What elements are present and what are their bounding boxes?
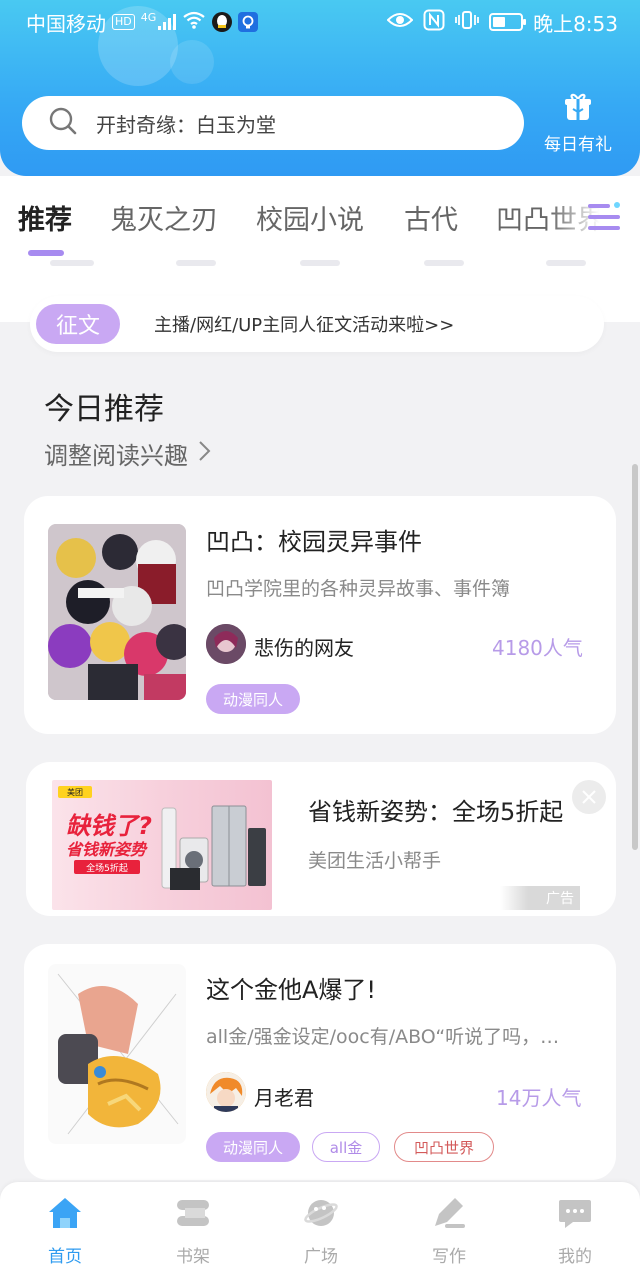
book-card[interactable]: 凹凸：校园灵异事件 凹凸学院里的各种灵异故事、事件簿 悲伤的网友 4180人气 … bbox=[24, 496, 616, 734]
nav-mine-label: 我的 bbox=[558, 1247, 592, 1267]
author-name: 悲伤的网友 bbox=[254, 636, 354, 660]
gift-icon bbox=[563, 92, 593, 126]
chat-bubble-icon bbox=[557, 1196, 593, 1234]
author-avatar bbox=[206, 1072, 246, 1112]
book-title: 凹凸：校园灵异事件 bbox=[206, 528, 422, 556]
ad-banner-image: 美团 缺钱了? 省钱新姿势 全场5折起 bbox=[52, 780, 272, 910]
ad-card[interactable]: 美团 缺钱了? 省钱新姿势 全场5折起 省钱新姿势：全场5折起 美团生活小帮手 … bbox=[26, 762, 616, 916]
hd-badge: HD bbox=[112, 14, 135, 30]
strip-mark bbox=[424, 260, 464, 266]
tab-campus-novel[interactable]: 校园小说 bbox=[256, 198, 364, 237]
daily-gift-button[interactable]: 每日有礼 bbox=[538, 92, 618, 156]
section-title: 今日推荐 bbox=[44, 392, 164, 427]
book-cover-image bbox=[48, 964, 186, 1144]
book-title: 这个金他A爆了! bbox=[206, 976, 377, 1004]
pen-icon bbox=[431, 1196, 467, 1234]
author-name: 月老君 bbox=[254, 1086, 314, 1110]
nav-bookshelf[interactable]: 书架 bbox=[148, 1196, 238, 1267]
tab-demon-slayer[interactable]: 鬼灭之刃 bbox=[110, 198, 218, 237]
bottom-navigation: 首页 书架 广场 写作 我的 bbox=[0, 1182, 640, 1280]
popularity-count: 4180人气 bbox=[492, 636, 583, 660]
book-tag[interactable]: 动漫同人 bbox=[206, 684, 300, 714]
nfc-icon bbox=[423, 9, 445, 36]
carrier-label: 中国移动 bbox=[26, 11, 106, 36]
adjust-interest-label: 调整阅读兴趣 bbox=[44, 442, 188, 470]
nav-write-label: 写作 bbox=[432, 1247, 466, 1267]
contest-text: 主播/网红/UP主同人征文活动来啦>> bbox=[154, 315, 455, 336]
daily-gift-label: 每日有礼 bbox=[544, 135, 612, 155]
ad-title: 省钱新姿势：全场5折起 bbox=[308, 798, 564, 826]
book-card[interactable]: 这个金他A爆了! all金/强金设定/ooc有/ABO“听说了吗，… 月老君 1… bbox=[24, 944, 616, 1180]
qq-app-icon bbox=[212, 12, 233, 32]
ad-badge-label: 广告 bbox=[546, 891, 574, 907]
author-avatar bbox=[206, 624, 246, 664]
search-bar[interactable]: 开封奇缘：白玉为堂 bbox=[22, 96, 524, 150]
vibrate-icon bbox=[455, 10, 479, 35]
signal-icon bbox=[158, 14, 177, 30]
book-cover-image bbox=[48, 524, 186, 700]
nav-plaza[interactable]: 广场 bbox=[276, 1196, 366, 1267]
meituan-logo: 美团 bbox=[58, 786, 92, 798]
battery-icon bbox=[489, 13, 527, 31]
active-tab-indicator bbox=[28, 250, 64, 256]
popularity-count: 14万人气 bbox=[496, 1086, 582, 1110]
category-menu-icon[interactable] bbox=[588, 200, 620, 234]
appliances-illustration bbox=[161, 805, 266, 890]
decor-bubble bbox=[170, 40, 214, 84]
nav-home-label: 首页 bbox=[48, 1247, 82, 1267]
contest-banner[interactable]: 征文 主播/网红/UP主同人征文活动来啦>> bbox=[30, 296, 604, 352]
adjust-interest-link[interactable]: 调整阅读兴趣 bbox=[44, 436, 212, 471]
ad-source: 美团生活小帮手 bbox=[308, 850, 442, 872]
ad-banner-subheadline: 省钱新姿势 bbox=[66, 840, 147, 859]
scrollbar[interactable] bbox=[632, 464, 638, 850]
tab-ancient[interactable]: 古代 bbox=[404, 198, 458, 237]
ad-banner-promo: 全场5折起 bbox=[74, 860, 140, 874]
nav-write[interactable]: 写作 bbox=[404, 1196, 494, 1267]
close-icon[interactable] bbox=[572, 780, 606, 814]
ad-badge: 广告 bbox=[500, 886, 580, 910]
notification-app-icon bbox=[238, 12, 259, 32]
nav-mine[interactable]: 我的 bbox=[530, 1196, 620, 1267]
book-description: all金/强金设定/ooc有/ABO“听说了吗，… bbox=[206, 1026, 560, 1048]
nav-plaza-label: 广场 bbox=[304, 1247, 338, 1267]
home-icon bbox=[47, 1196, 83, 1234]
contest-tag: 征文 bbox=[36, 304, 120, 344]
strip-mark bbox=[546, 260, 586, 266]
status-bar: 中国移动 HD 4G 晚上8:53 bbox=[0, 0, 640, 44]
app-header: 中国移动 HD 4G 晚上8:53 开封奇缘：白玉为堂 每日有礼 bbox=[0, 0, 640, 176]
eye-icon bbox=[386, 10, 414, 34]
nav-home[interactable]: 首页 bbox=[20, 1196, 110, 1267]
book-tag[interactable]: all金 bbox=[312, 1132, 380, 1162]
strip-mark bbox=[176, 260, 216, 266]
search-icon bbox=[48, 106, 78, 140]
clock-label: 晚上8:53 bbox=[533, 11, 618, 36]
strip-mark bbox=[50, 260, 94, 266]
planet-icon bbox=[303, 1196, 339, 1234]
search-suggestion-text: 开封奇缘：白玉为堂 bbox=[96, 112, 276, 137]
tab-recommend[interactable]: 推荐 bbox=[18, 198, 72, 237]
strip-mark bbox=[300, 260, 340, 266]
chevron-right-icon bbox=[196, 439, 212, 469]
nav-bookshelf-label: 书架 bbox=[176, 1247, 210, 1267]
book-tag[interactable]: 动漫同人 bbox=[206, 1132, 300, 1162]
category-tabs: 推荐 鬼灭之刃 校园小说 古代 凹凸世界 bbox=[0, 176, 640, 260]
wifi-icon bbox=[182, 10, 206, 35]
book-description: 凹凸学院里的各种灵异故事、事件簿 bbox=[206, 578, 511, 600]
book-tag[interactable]: 凹凸世界 bbox=[394, 1132, 494, 1162]
bookshelf-icon bbox=[175, 1196, 211, 1234]
network-type-label: 4G bbox=[140, 10, 157, 24]
